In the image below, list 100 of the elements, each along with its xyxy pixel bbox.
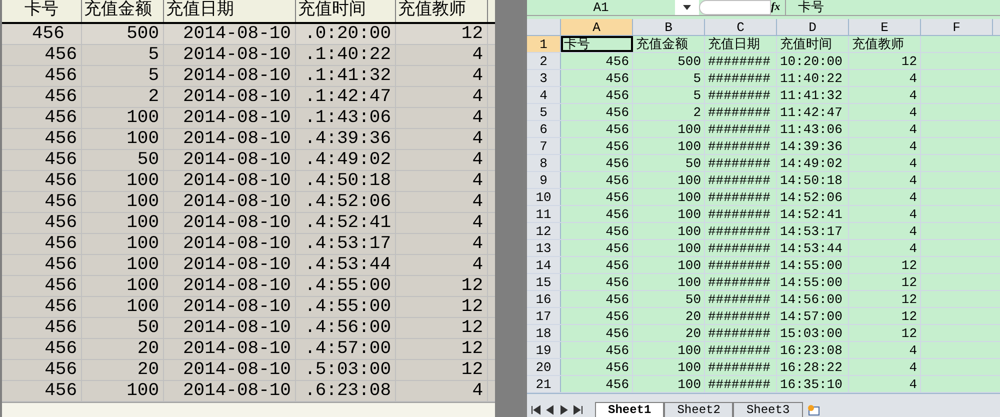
sheet-cell: 456 xyxy=(606,190,629,205)
dropdown-arrow-icon[interactable] xyxy=(683,5,691,10)
sheet-cell: 14:52:06 xyxy=(780,190,842,205)
row-header[interactable]: 3 xyxy=(527,70,561,86)
row-header[interactable]: 6 xyxy=(527,121,561,137)
sheet-cell: 14:53:17 xyxy=(780,224,842,239)
sheet-cell: 14:55:00 xyxy=(780,258,842,273)
sheet-cell: 456 xyxy=(606,292,629,307)
sheet-cell: 4 xyxy=(909,207,917,222)
row-header[interactable]: 11 xyxy=(527,206,561,222)
grid-cell: .4:50:18 xyxy=(304,171,391,191)
grid-cell: 20 xyxy=(137,339,159,359)
grid-row[interactable]: 456 100 2014-08-10 .4:53:44 4 xyxy=(2,255,495,276)
sheet-cell: 16:28:22 xyxy=(780,360,842,375)
grid-row[interactable]: 456 100 2014-08-10 .1:43:06 4 xyxy=(2,108,495,129)
sheet-tab[interactable]: Sheet3 xyxy=(733,402,803,417)
grid-row[interactable]: 456 100 2014-08-10 .4:50:18 4 xyxy=(2,171,495,192)
sheet-tab[interactable]: Sheet1 xyxy=(595,402,664,417)
row-header[interactable]: 10 xyxy=(527,189,561,205)
function-label[interactable]: fx xyxy=(771,0,785,16)
grid-row[interactable]: 456 50 2014-08-10 .4:49:02 4 xyxy=(2,150,495,171)
sheet-cell: 456 xyxy=(606,360,629,375)
sheet-cell: ######## xyxy=(708,292,770,307)
grid-cell: 2014-08-10 xyxy=(182,192,291,212)
grid-cell: .0:20:00 xyxy=(304,24,391,44)
grid-row[interactable]: 456 100 2014-08-10 .4:52:41 4 xyxy=(2,213,495,234)
grid-cell: 100 xyxy=(126,171,159,191)
row-header[interactable]: 4 xyxy=(527,87,561,103)
grid-cell: 456 xyxy=(44,87,77,107)
sheet-cell: ######## xyxy=(708,54,770,69)
row-header[interactable]: 20 xyxy=(527,359,561,375)
sheet-cell: 100 xyxy=(678,360,701,375)
grid-row[interactable]: 456 50 2014-08-10 .4:56:00 12 xyxy=(2,318,495,339)
sheet-cell: 100 xyxy=(678,190,701,205)
row-header[interactable]: 16 xyxy=(527,291,561,307)
sheet-tab[interactable]: Sheet2 xyxy=(664,402,734,417)
grid-cell: 456 xyxy=(44,318,77,338)
grid-row[interactable]: 456 20 2014-08-10 .5:03:00 12 xyxy=(2,360,495,381)
grid-row[interactable]: 456 5 2014-08-10 .1:40:22 4 xyxy=(2,45,495,66)
grid-row[interactable]: 456 5 2014-08-10 .1:41:32 4 xyxy=(2,66,495,87)
sheet-cell: 100 xyxy=(678,224,701,239)
grid-cell: .4:57:00 xyxy=(304,339,391,359)
sheet-cell: 12 xyxy=(901,292,917,307)
row-header[interactable]: 19 xyxy=(527,342,561,358)
grid-cell: 100 xyxy=(126,255,159,275)
grid-cell: 4 xyxy=(472,66,483,86)
grid-row[interactable]: 456 100 2014-08-10 .4:52:06 4 xyxy=(2,192,495,213)
insert-sheet-icon[interactable] xyxy=(806,404,821,416)
sheet-cell: ######## xyxy=(708,258,770,273)
grid-row[interactable]: 456 500 2014-08-10 .0:20:00 12 xyxy=(2,24,495,45)
sheet-cell: ######## xyxy=(708,224,770,239)
sheet-cell: 5 xyxy=(693,71,701,86)
grid-cell: 4 xyxy=(472,381,483,401)
sheet-cell: 4 xyxy=(909,173,917,188)
column-header[interactable]: 卡号 xyxy=(2,0,82,22)
column-header[interactable]: A xyxy=(561,19,633,35)
grid-cell: .1:40:22 xyxy=(304,45,391,65)
row-header[interactable]: 5 xyxy=(527,104,561,120)
grid-cell: 12 xyxy=(461,297,483,317)
grid-cell: 2014-08-10 xyxy=(182,339,291,359)
row-header[interactable]: 14 xyxy=(527,257,561,273)
grid-cell: 12 xyxy=(461,318,483,338)
row-header[interactable]: 18 xyxy=(527,325,561,341)
sheet-cell: 100 xyxy=(678,139,701,154)
row-header[interactable]: 21 xyxy=(527,376,561,392)
grid-row[interactable]: 456 20 2014-08-10 .4:57:00 12 xyxy=(2,339,495,360)
sheet-cell: ######## xyxy=(708,275,770,290)
grid-row[interactable]: 456 2 2014-08-10 .1:42:47 4 xyxy=(2,87,495,108)
row-header[interactable]: 17 xyxy=(527,308,561,324)
row-header[interactable]: 12 xyxy=(527,223,561,239)
grid-cell: 5 xyxy=(148,66,159,86)
row-header[interactable]: 2 xyxy=(527,53,561,69)
sheet-cell: 100 xyxy=(678,173,701,188)
grid-cell: 456 xyxy=(44,108,77,128)
row-header[interactable]: 13 xyxy=(527,240,561,256)
grid-row[interactable]: 456 100 2014-08-10 .4:53:17 4 xyxy=(2,234,495,255)
sheet-cell: 456 xyxy=(606,54,629,69)
grid-row[interactable]: 456 100 2014-08-10 .4:55:00 12 xyxy=(2,276,495,297)
sheet-cell: 16:23:08 xyxy=(780,343,842,358)
grid-cell: 2014-08-10 xyxy=(182,87,291,107)
sheet-cell: 456 xyxy=(606,309,629,324)
sheet-cell: 4 xyxy=(909,88,917,103)
sheet-cell: 12 xyxy=(901,258,917,273)
grid-row[interactable]: 456 100 2014-08-10 .4:55:00 12 xyxy=(2,297,495,318)
row-header[interactable]: 8 xyxy=(527,155,561,171)
row-header[interactable]: 9 xyxy=(527,172,561,188)
grid-row[interactable]: 456 100 2014-08-10 .4:39:36 4 xyxy=(2,129,495,150)
sheet-cell: ######## xyxy=(708,173,770,188)
row-header[interactable]: 1 xyxy=(527,36,561,52)
row-header[interactable]: 7 xyxy=(527,138,561,154)
sheet-cell: 4 xyxy=(909,190,917,205)
sheet-cell: ######## xyxy=(708,88,770,103)
grid-cell: 4 xyxy=(472,171,483,191)
grid-cell: .1:42:47 xyxy=(304,87,391,107)
sheet-cell: 14:53:44 xyxy=(780,241,842,256)
row-header[interactable]: 15 xyxy=(527,274,561,290)
grid-cell: 20 xyxy=(137,360,159,380)
sheet-cell: 456 xyxy=(606,326,629,341)
grid-cell: 456 xyxy=(44,255,77,275)
grid-cell: 4 xyxy=(472,234,483,254)
